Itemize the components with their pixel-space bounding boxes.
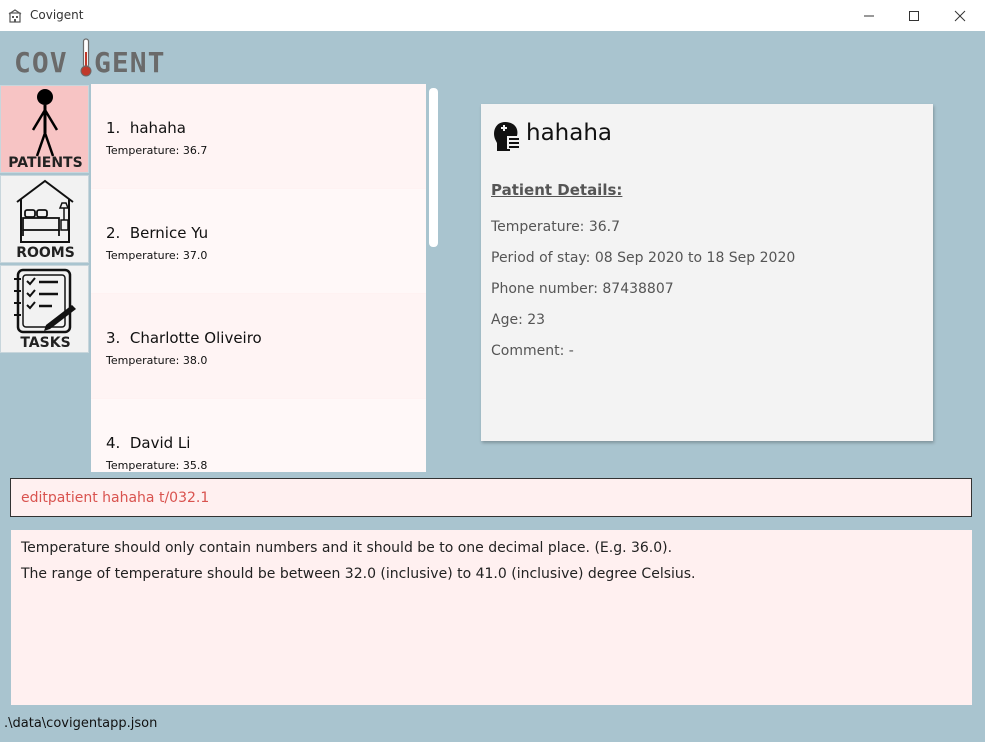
minimize-icon (863, 10, 875, 22)
close-icon (954, 10, 966, 22)
list-item[interactable]: 2. Bernice Yu Temperature: 37.0 (91, 189, 426, 293)
patient-temperature: Temperature: 38.0 (106, 354, 208, 367)
patient-head-icon (490, 119, 522, 155)
patient-detail-card: hahaha Patient Details: Temperature: 36.… (481, 104, 933, 441)
patient-name: 4. David Li (106, 434, 191, 452)
patient-temperature: Temperature: 37.0 (106, 249, 208, 262)
patient-list: 1. hahaha Temperature: 36.7 2. Bernice Y… (91, 84, 426, 472)
patient-temperature: Temperature: 35.8 (106, 459, 208, 472)
detail-temperature: Temperature: 36.7 (491, 219, 621, 235)
checklist-icon (13, 268, 76, 334)
sidebar-item-tasks[interactable]: TASKS (0, 265, 89, 353)
patient-name: 3. Charlotte Oliveiro (106, 329, 262, 347)
command-input[interactable] (11, 479, 971, 516)
patient-detail-name: hahaha (526, 120, 613, 146)
window-titlebar: Covigent (0, 0, 985, 31)
list-item[interactable]: 3. Charlotte Oliveiro Temperature: 38.0 (91, 294, 426, 398)
result-line-1: Temperature should only contain numbers … (21, 540, 673, 556)
list-item[interactable]: 4. David Li Temperature: 35.8 (91, 399, 426, 472)
detail-comment: Comment: - (491, 343, 574, 359)
patient-name: 1. hahaha (106, 119, 186, 137)
status-bar-path: .\data\covigentapp.json (4, 716, 158, 731)
building-icon (8, 8, 22, 23)
logo-text-right: GENT (94, 46, 166, 79)
person-icon (31, 89, 58, 157)
sidebar-item-label: TASKS (20, 335, 71, 351)
patient-temperature: Temperature: 36.7 (106, 144, 208, 157)
patient-name: 2. Bernice Yu (106, 224, 209, 242)
logo-text-left: COV (14, 46, 68, 79)
detail-age: Age: 23 (491, 312, 546, 328)
sidebar-item-label: PATIENTS (8, 155, 83, 171)
sidebar-item-patients[interactable]: PATIENTS (0, 85, 89, 173)
command-box (10, 478, 972, 517)
detail-period: Period of stay: 08 Sep 2020 to 18 Sep 20… (491, 250, 796, 266)
window-title: Covigent (30, 8, 84, 22)
maximize-button[interactable] (891, 0, 937, 31)
minimize-button[interactable] (846, 0, 892, 31)
result-display[interactable]: Temperature should only contain numbers … (11, 530, 972, 705)
detail-phone: Phone number: 87438807 (491, 281, 674, 297)
bed-room-icon (15, 179, 74, 243)
list-scrollbar[interactable] (429, 88, 438, 247)
sidebar-item-label: ROOMS (16, 245, 75, 261)
sidebar-item-rooms[interactable]: ROOMS (0, 175, 89, 263)
list-item[interactable]: 1. hahaha Temperature: 36.7 (91, 84, 426, 188)
thermometer-icon (80, 38, 92, 82)
result-line-2: The range of temperature should be betwe… (21, 566, 696, 582)
patient-details-heading: Patient Details: (491, 181, 623, 199)
close-button[interactable] (937, 0, 983, 31)
maximize-icon (908, 10, 920, 22)
